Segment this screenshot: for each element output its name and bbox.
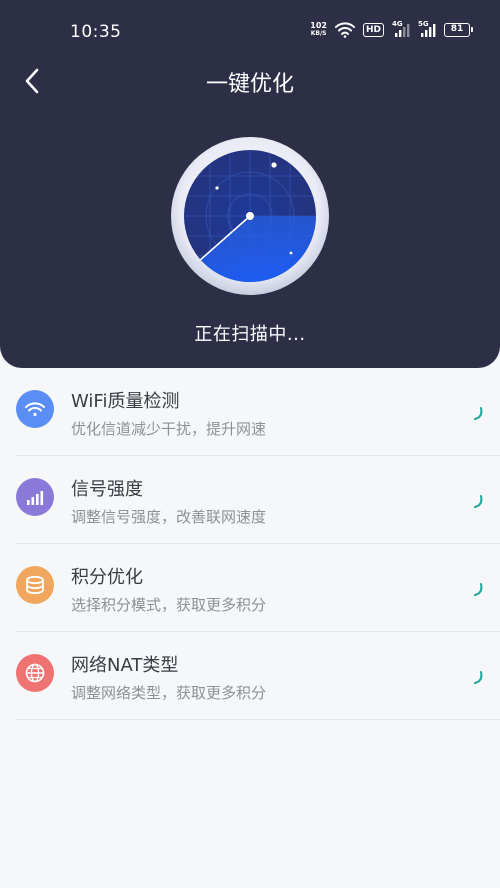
- battery-indicator: 81: [444, 23, 473, 37]
- item-description: 调整网络类型，获取更多积分: [71, 684, 267, 702]
- scan-status-text: 正在扫描中...: [194, 324, 306, 345]
- item-description: 选择积分模式，获取更多积分: [71, 596, 267, 614]
- loading-spinner-icon: [474, 583, 483, 596]
- wifi-status-icon: [334, 22, 355, 38]
- loading-spinner-icon: [474, 671, 483, 684]
- list-item-points-optimization[interactable]: 积分优化 选择积分模式，获取更多积分: [16, 544, 500, 632]
- loading-spinner-icon: [474, 407, 483, 420]
- status-bar: 10:35 102 KB/S HD 4G 5G 81: [0, 0, 500, 66]
- item-title: WiFi质量检测: [71, 391, 180, 412]
- coins-icon: [16, 566, 54, 604]
- list-item-nat-type[interactable]: 网络NAT类型 调整网络类型，获取更多积分: [16, 632, 500, 720]
- wifi-icon: [16, 390, 54, 428]
- signal-5g: 5G: [418, 20, 436, 38]
- status-icons: 102 KB/S HD 4G 5G 81: [310, 20, 473, 38]
- item-title: 积分优化: [71, 567, 143, 588]
- globe-icon: [16, 654, 54, 692]
- item-description: 调整信号强度，改善联网速度: [71, 508, 267, 526]
- header: 10:35 102 KB/S HD 4G 5G 81 一键优化 正在扫描中...: [0, 0, 500, 368]
- signal-bars-status-icon: [395, 24, 410, 37]
- net-speed: 102 KB/S: [310, 22, 327, 38]
- optimization-list: WiFi质量检测 优化信道减少干扰，提升网速 信号强度 调整信号强度，改善联网速…: [16, 368, 500, 720]
- item-description: 优化信道减少干扰，提升网速: [71, 420, 267, 438]
- loading-spinner-icon: [474, 495, 483, 508]
- list-item-wifi-quality[interactable]: WiFi质量检测 优化信道减少干扰，提升网速: [16, 368, 500, 456]
- net-speed-value: 102: [310, 21, 327, 30]
- hd-badge: HD: [362, 23, 384, 37]
- page-title: 一键优化: [205, 72, 294, 97]
- list-item-signal-strength[interactable]: 信号强度 调整信号强度，改善联网速度: [16, 456, 500, 544]
- signal-bars-icon: [16, 478, 54, 516]
- net-speed-unit: KB/S: [310, 30, 327, 37]
- signal-bars-status-icon: [421, 24, 436, 37]
- item-title: 信号强度: [71, 479, 143, 500]
- radar-icon: [171, 137, 329, 295]
- item-title: 网络NAT类型: [71, 655, 179, 676]
- status-time: 10:35: [70, 22, 122, 42]
- signal-4g: 4G: [392, 20, 410, 38]
- radar-scanner: [170, 136, 330, 296]
